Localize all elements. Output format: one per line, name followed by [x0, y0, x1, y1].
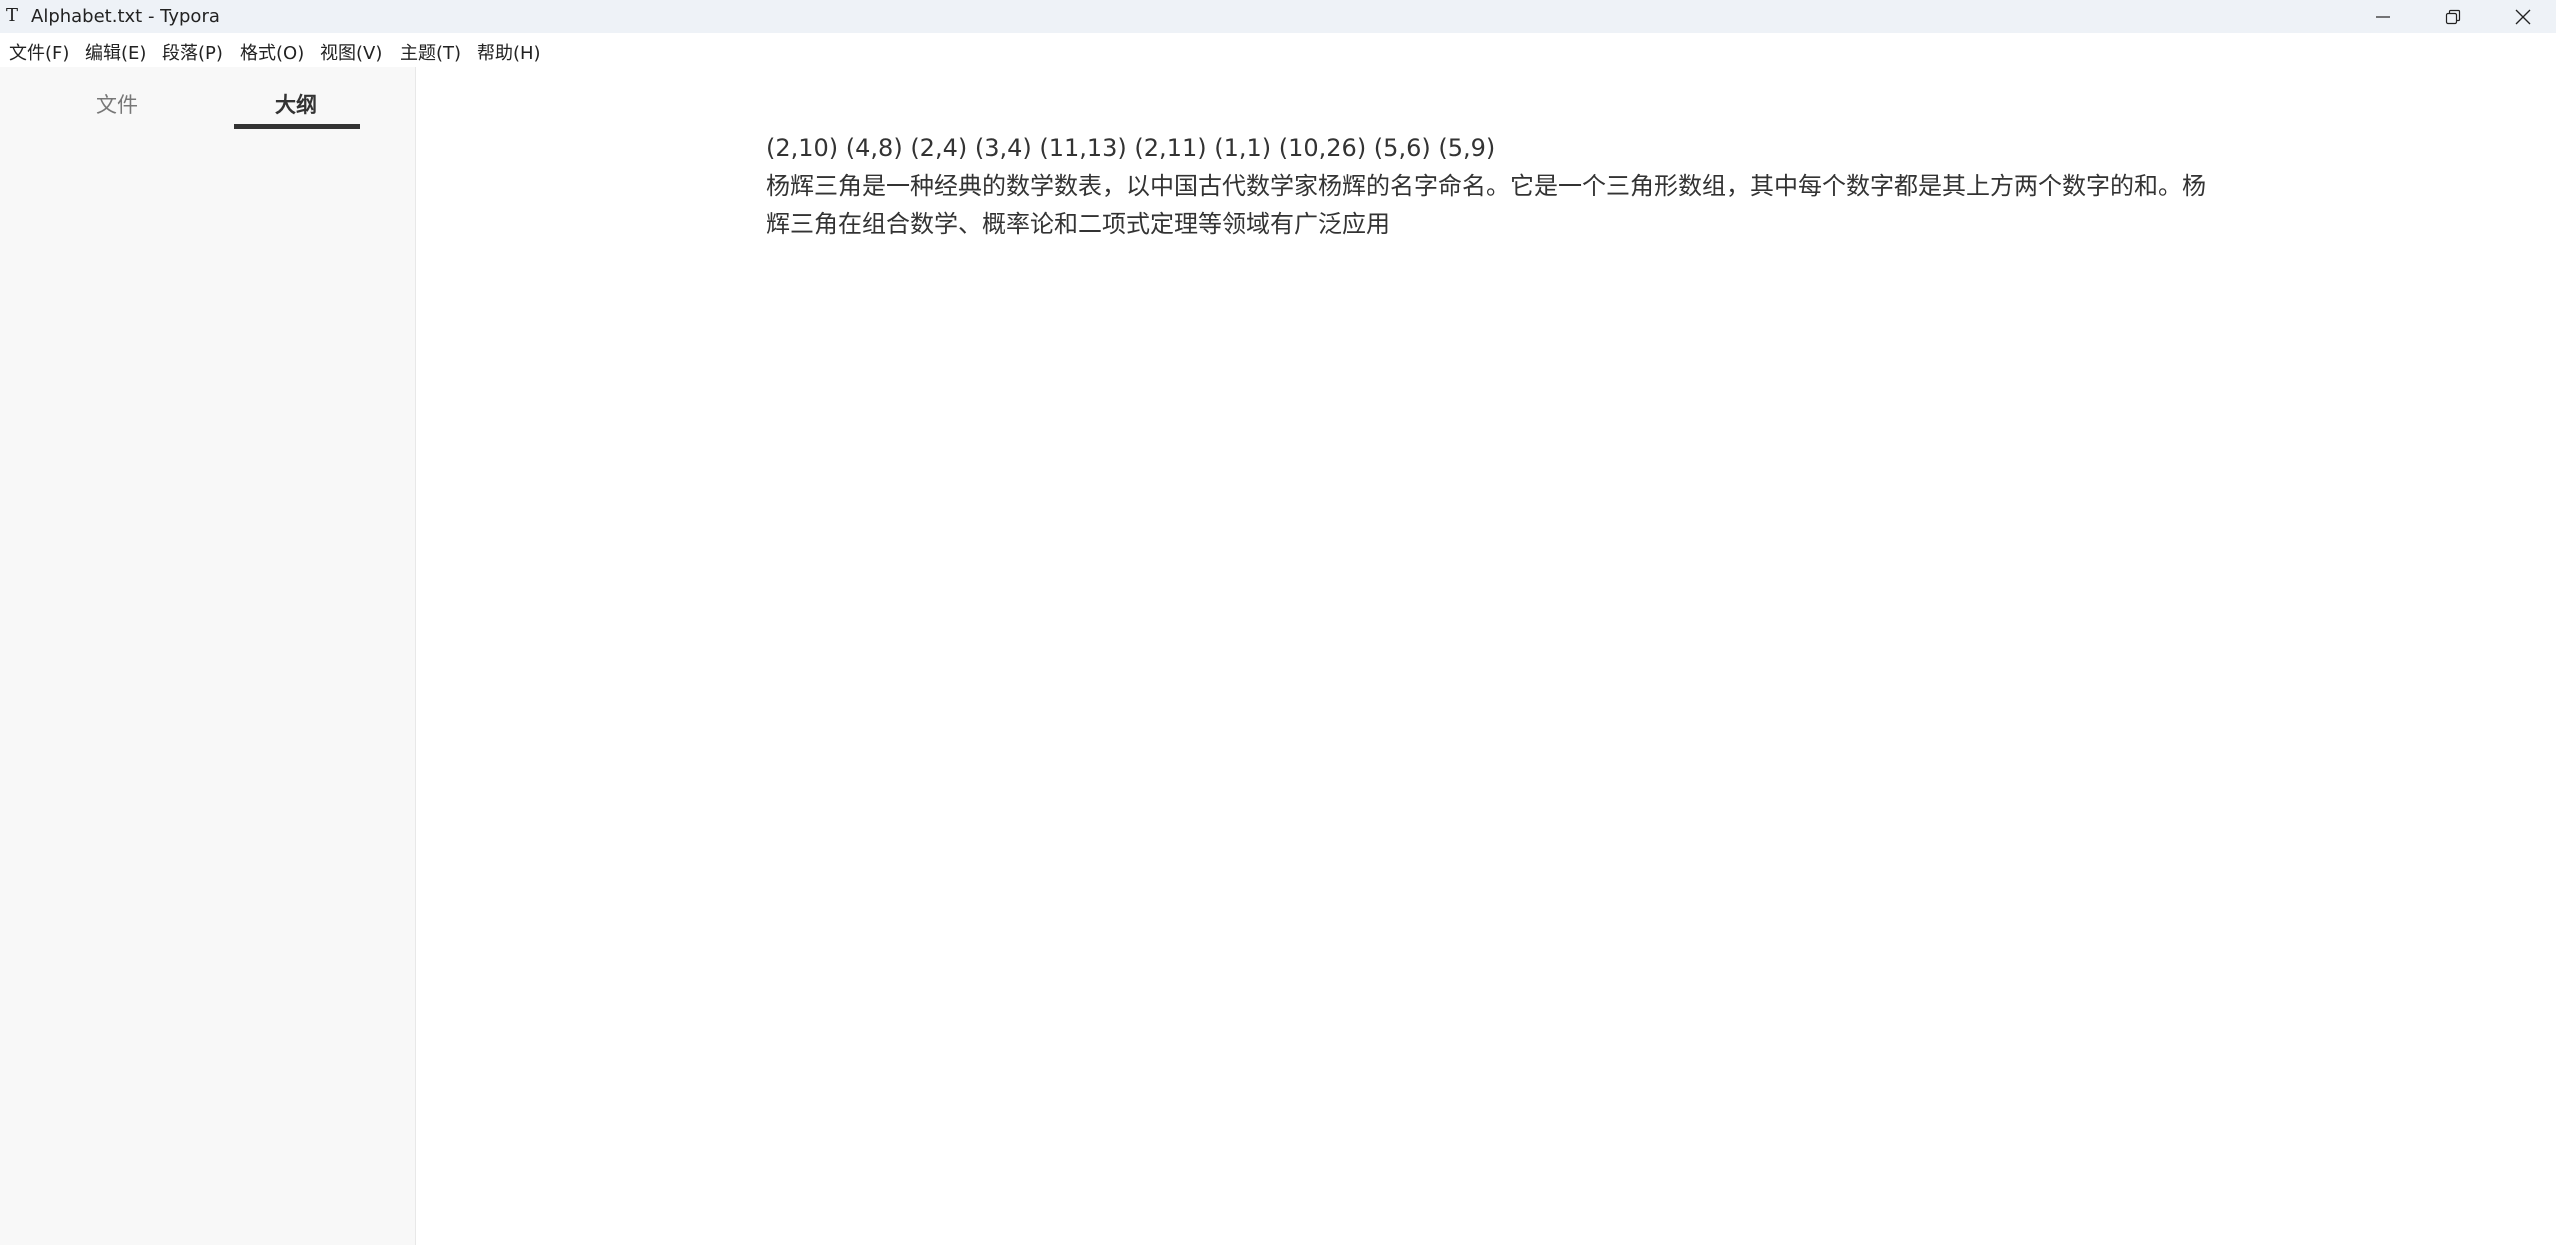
close-icon: [2515, 9, 2531, 24]
document-content[interactable]: (2,10) (4,8) (2,4) (3,4) (11,13) (2,11) …: [766, 129, 2226, 243]
menu-file[interactable]: 文件(F): [9, 39, 69, 65]
tab-outline[interactable]: 大纲: [275, 89, 317, 119]
typora-app-icon: T: [6, 5, 19, 26]
active-tab-indicator: [234, 124, 360, 129]
menu-help[interactable]: 帮助(H): [477, 39, 541, 65]
restore-icon: [2445, 9, 2461, 24]
menu-view[interactable]: 视图(V): [320, 39, 382, 65]
minimize-icon: [2376, 15, 2390, 18]
close-button[interactable]: [2488, 0, 2556, 33]
sidebar: 文件 大纲: [0, 67, 416, 1245]
menu-format[interactable]: 格式(O): [240, 39, 304, 65]
minimize-button[interactable]: [2348, 0, 2418, 33]
menu-theme[interactable]: 主题(T): [400, 39, 461, 65]
restore-button[interactable]: [2418, 0, 2488, 33]
title-bar: T Alphabet.txt - Typora: [0, 0, 2556, 33]
menu-paragraph[interactable]: 段落(P): [162, 39, 223, 65]
menu-bar: 文件(F) 编辑(E) 段落(P) 格式(O) 视图(V) 主题(T) 帮助(H…: [0, 33, 2556, 67]
tab-files[interactable]: 文件: [96, 89, 138, 119]
window-title: Alphabet.txt - Typora: [31, 6, 220, 27]
document-paragraph[interactable]: 杨辉三角是一种经典的数学数表，以中国古代数学家杨辉的名字命名。它是一个三角形数组…: [766, 167, 2226, 243]
menu-edit[interactable]: 编辑(E): [85, 39, 146, 65]
document-line-coordinates[interactable]: (2,10) (4,8) (2,4) (3,4) (11,13) (2,11) …: [766, 129, 2226, 167]
editor-area[interactable]: (2,10) (4,8) (2,4) (3,4) (11,13) (2,11) …: [416, 67, 2556, 1245]
